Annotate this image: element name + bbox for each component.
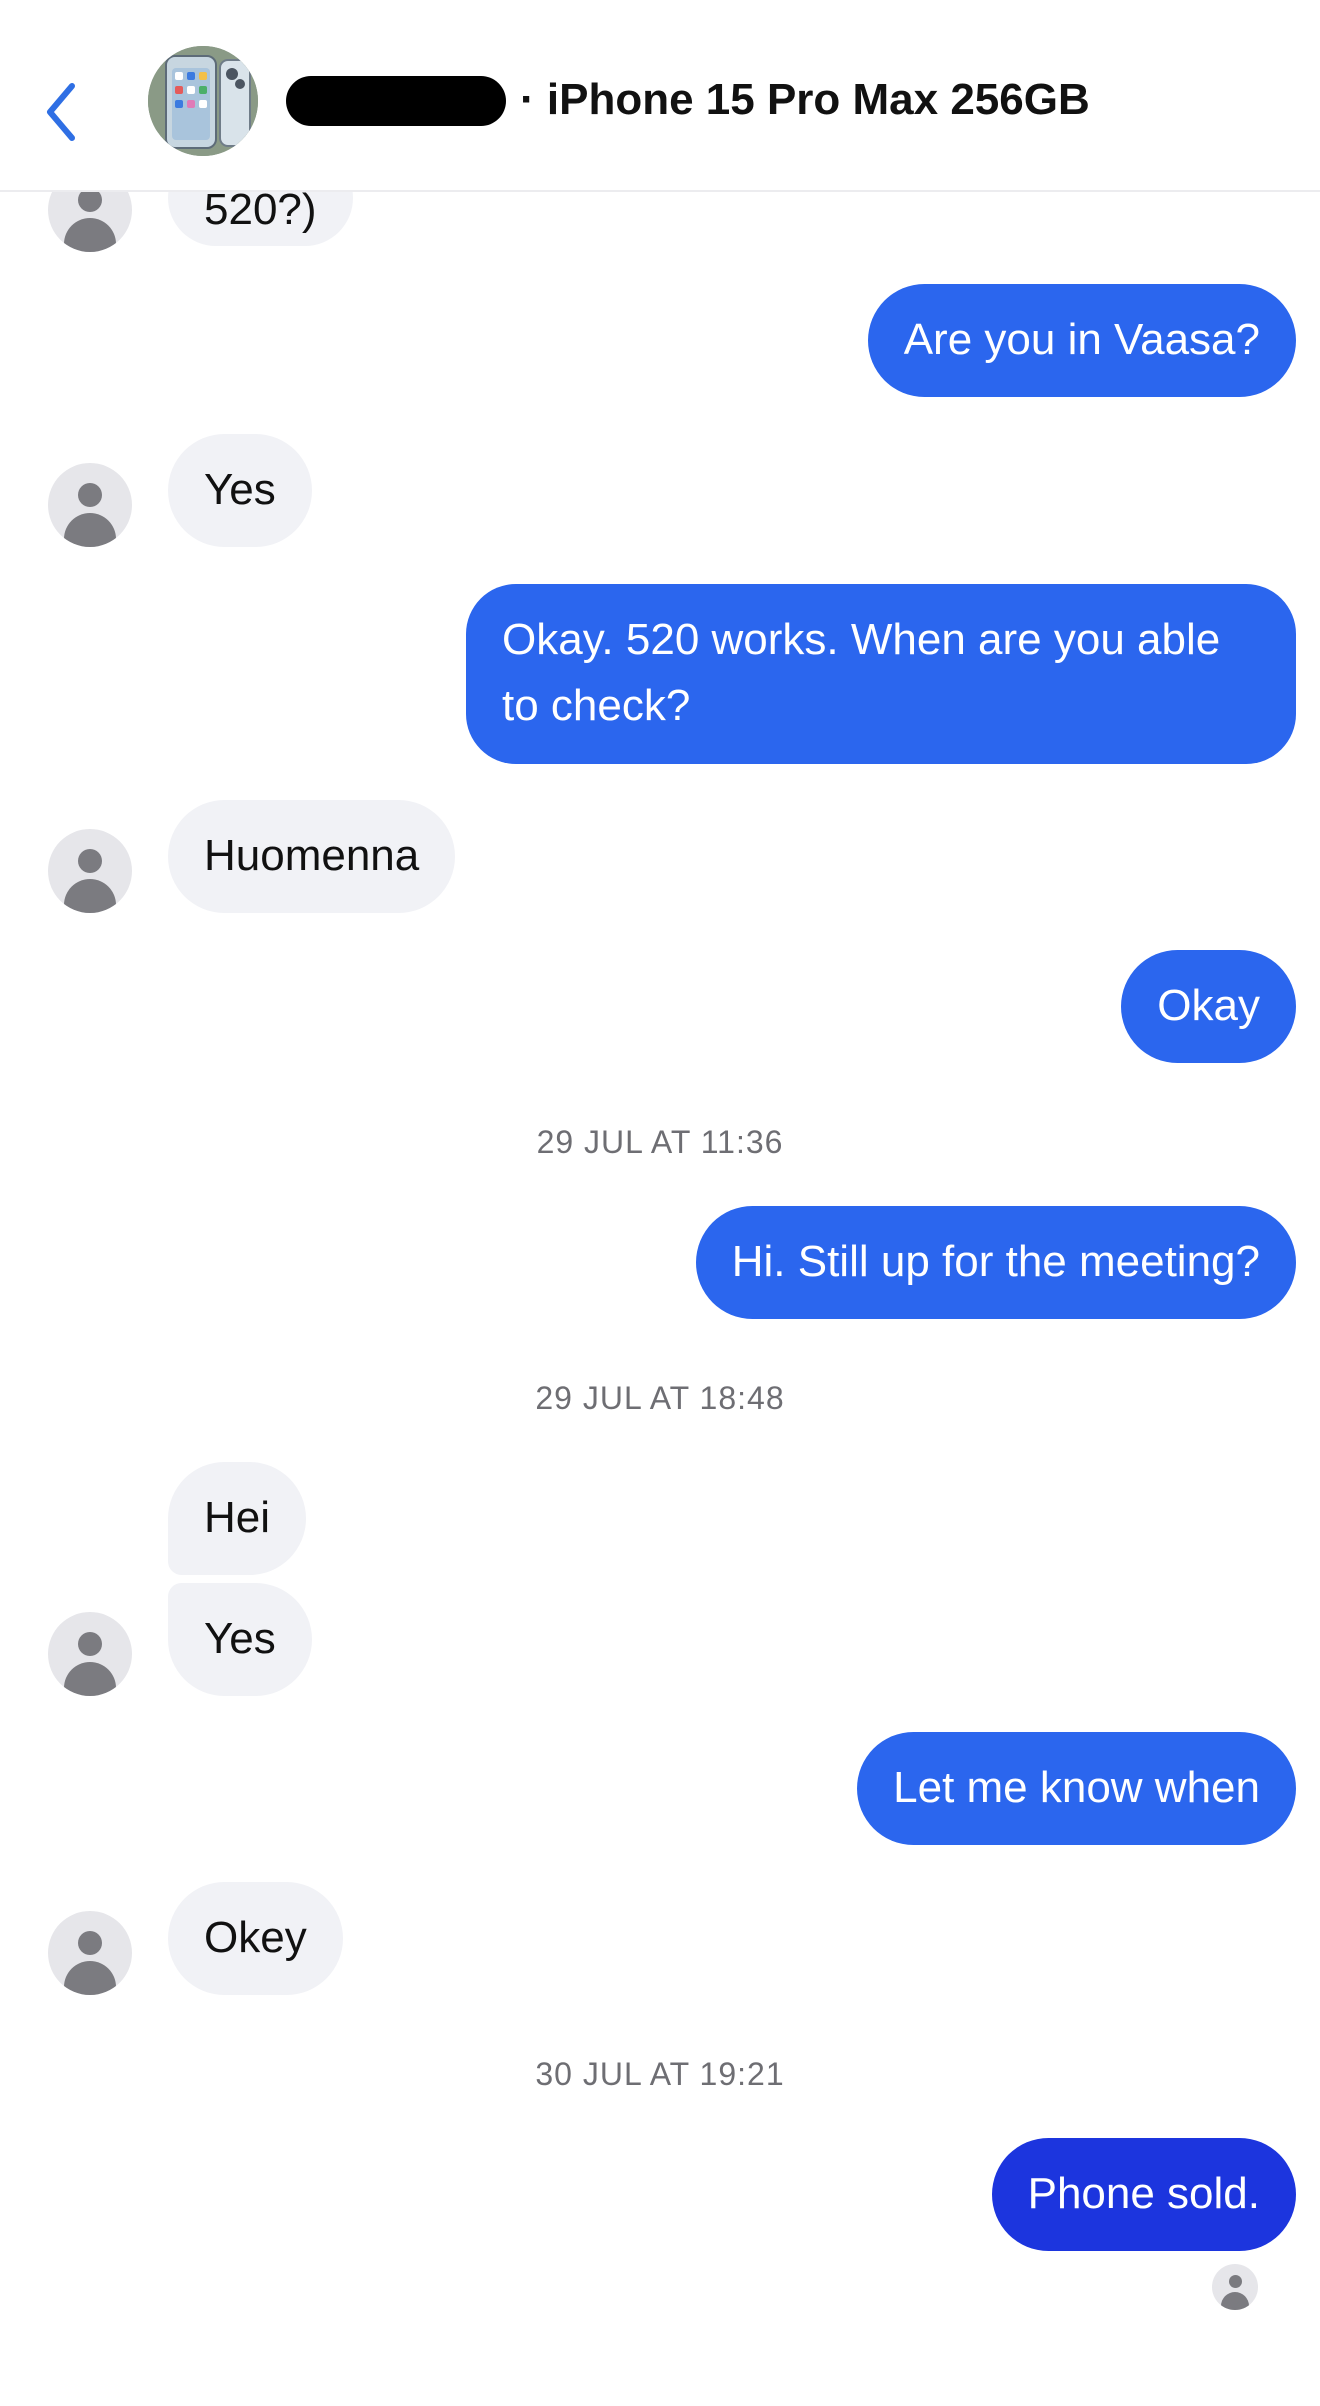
phone-image-icon bbox=[148, 46, 258, 156]
timestamp: 29 JUL AT 18:48 bbox=[535, 1380, 785, 1416]
chat-header: · iPhone 15 Pro Max 256GB bbox=[0, 0, 1320, 192]
redacted-seller-name bbox=[286, 76, 506, 126]
timestamp: 29 JUL AT 11:36 bbox=[536, 1124, 784, 1160]
listing-title[interactable]: · iPhone 15 Pro Max 256GB bbox=[520, 74, 1090, 126]
incoming-message[interactable]: Huomenna bbox=[168, 800, 456, 913]
outgoing-message[interactable]: Are you in Vaasa? bbox=[867, 284, 1296, 397]
incoming-message[interactable]: Okey bbox=[168, 1882, 343, 1995]
chevron-left-icon bbox=[47, 83, 75, 141]
outgoing-message[interactable]: Let me know when bbox=[857, 1732, 1296, 1845]
incoming-message[interactable]: Yes bbox=[168, 1583, 312, 1696]
back-button[interactable] bbox=[40, 72, 100, 152]
message-list[interactable]: 520?) Are you in Vaasa? Yes Okay. 520 wo… bbox=[0, 0, 1320, 2406]
outgoing-message[interactable]: Hi. Still up for the meeting? bbox=[695, 1206, 1296, 1319]
chat-screen: 520?) Are you in Vaasa? Yes Okay. 520 wo… bbox=[0, 0, 1320, 2406]
sender-avatar[interactable] bbox=[48, 463, 132, 547]
outgoing-message[interactable]: Okay. 520 works. When are you able to ch… bbox=[466, 584, 1296, 764]
outgoing-message[interactable]: Okay bbox=[1121, 950, 1296, 1063]
incoming-message[interactable]: Yes bbox=[168, 434, 312, 547]
sender-avatar[interactable] bbox=[48, 1911, 132, 1995]
incoming-message[interactable]: Hei bbox=[168, 1462, 307, 1575]
sender-avatar[interactable] bbox=[48, 1612, 132, 1696]
sender-avatar[interactable] bbox=[48, 829, 132, 913]
read-receipt-avatar bbox=[1212, 2264, 1258, 2310]
timestamp: 30 JUL AT 19:21 bbox=[535, 2056, 785, 2092]
outgoing-message[interactable]: Phone sold. bbox=[991, 2138, 1296, 2251]
listing-thumbnail[interactable] bbox=[148, 46, 258, 156]
